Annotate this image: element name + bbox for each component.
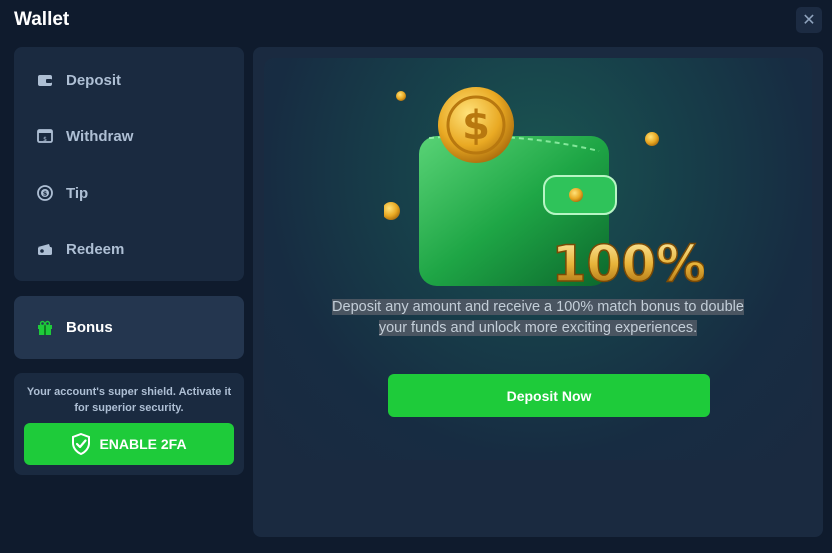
withdraw-icon: $ [36,127,54,145]
sidebar-item-label: Withdraw [66,127,134,145]
svg-text:$: $ [43,190,48,198]
gift-icon [36,319,54,337]
deposit-now-button[interactable]: Deposit Now [388,374,710,417]
sidebar-item-bonus[interactable]: Bonus [14,296,244,359]
shield-check-icon [71,433,91,455]
close-button[interactable]: ✕ [796,7,822,33]
coin-icon: $ [36,184,54,202]
sidebar-item-tip[interactable]: $ Tip [14,173,244,213]
enable-2fa-label: ENABLE 2FA [99,436,187,452]
security-description: Your account's super shield. Activate it… [26,386,232,414]
security-card: Your account's super shield. Activate it… [14,373,244,475]
close-icon: ✕ [802,12,816,29]
sidebar-item-label: Deposit [66,71,122,89]
main-panel: $ 100% Deposit any amount and receive a … [253,47,823,537]
sidebar-item-label: Bonus [66,319,113,336]
svg-text:$: $ [462,103,490,149]
sidebar-item-withdraw[interactable]: $ Withdraw [14,116,244,156]
promo-description: Deposit any amount and receive a 100% ma… [304,297,772,339]
wallet-coin-illustration: $ 100% [382,76,707,301]
wallet-icon [36,71,54,89]
bonus-promo: $ 100% Deposit any amount and receive a … [264,58,812,460]
promo-badge: 100% [552,235,704,293]
promo-description-line-2: your funds and unlock more exciting expe… [378,320,698,336]
enable-2fa-button[interactable]: ENABLE 2FA [24,423,234,465]
sidebar-item-label: Redeem [66,240,125,258]
redeem-icon [36,240,54,258]
svg-text:$: $ [43,136,47,143]
promo-description-line-1: Deposit any amount and receive a 100% ma… [332,299,744,315]
wallet-nav: Deposit $ Withdraw $ Tip Redeem [14,47,244,281]
sidebar-item-redeem[interactable]: Redeem [14,229,244,269]
window-title: Wallet [14,9,70,30]
sidebar-item-deposit[interactable]: Deposit [14,60,244,100]
sidebar-item-label: Tip [66,184,89,202]
